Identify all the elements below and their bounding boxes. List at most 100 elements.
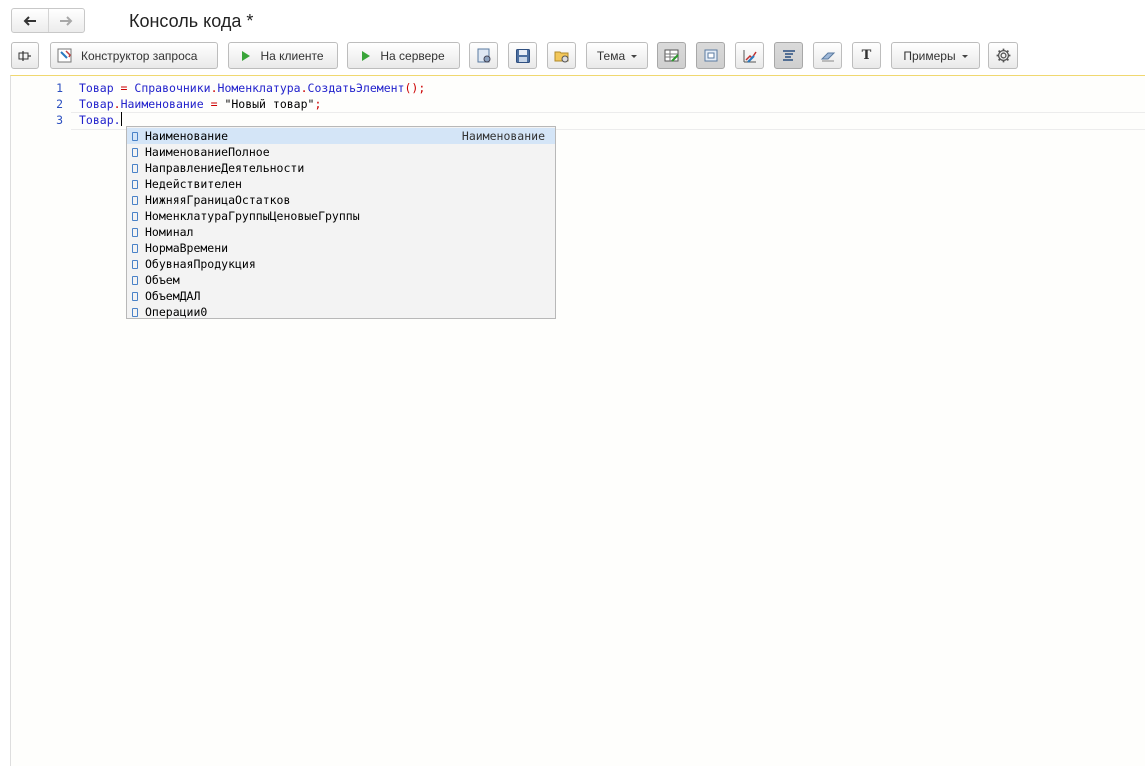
table-edit-icon [664,49,679,62]
code-token: Товар [79,81,114,95]
property-icon [132,211,138,221]
settings-button[interactable] [988,42,1018,69]
panel-toggle-button[interactable] [11,42,39,69]
chart-pencil-icon [743,49,757,63]
autocomplete-item[interactable]: НижняяГраницаОстатков [127,192,555,208]
autocomplete-item-label: Наименование [145,129,229,143]
line-number: 1 [56,81,63,95]
code-token: . [300,81,308,95]
run-client-label: На клиенте [260,48,324,63]
property-icon [132,243,138,253]
autocomplete-item[interactable]: НаименованиеПолное [127,144,555,160]
floppy-disk-icon [515,48,530,63]
forward-button[interactable] [47,9,85,32]
autocomplete-item-label: Номинал [145,225,194,239]
autocomplete-item[interactable]: НормаВремени [127,240,555,256]
code-line[interactable]: Товар = Справочники.Номенклатура.Создать… [79,80,425,96]
theme-dropdown[interactable]: Тема [586,42,648,69]
chart-edit-button[interactable] [735,42,764,69]
string-literal: "Новый товар" [224,97,315,111]
gear-icon [996,48,1010,63]
autocomplete-item-label: НижняяГраницаОстатков [145,193,291,207]
open-file-button[interactable] [469,42,498,69]
run-client-button[interactable]: На клиенте [228,42,338,69]
property-icon [132,307,138,317]
property-icon [132,163,138,173]
code-token: . [113,97,121,111]
code-line[interactable]: Товар. [79,112,122,128]
property-icon [132,259,138,269]
code-token: = [203,97,225,111]
line-number: 2 [56,97,63,111]
autocomplete-item[interactable]: Недействителен [127,176,555,192]
chevron-down-icon [961,55,968,58]
chevron-down-icon [631,55,638,58]
property-icon [132,195,138,205]
query-builder-label: Конструктор запроса [81,48,198,63]
eraser-icon [820,52,835,61]
panel-toggle-icon [18,50,31,61]
code-token: Справочники [134,81,211,95]
window-title: Консоль кода * [129,11,254,31]
property-icon [132,227,138,237]
examples-label: Примеры [903,48,956,63]
text-cursor [120,112,122,126]
code-token: . [210,81,218,95]
window-icon [704,49,717,61]
query-builder-button[interactable]: Конструктор запроса [50,42,218,69]
code-token: ; [314,97,322,111]
autocomplete-hint: Наименование [461,129,545,143]
autocomplete-item-label: Недействителен [145,177,242,191]
autocomplete-item[interactable]: ОбувнаяПродукция [127,256,555,272]
arrow-left-icon [23,15,36,26]
autocomplete-item[interactable]: НоменклатураГруппыЦеновыеГруппы [127,208,555,224]
autocomplete-item[interactable]: Операции0 [127,304,555,320]
play-icon [362,50,371,61]
frame-toggle-button[interactable] [696,42,725,69]
code-token: Товар [79,97,114,111]
arrow-right-icon [60,15,73,26]
autocomplete-item-label: НоменклатураГруппыЦеновыеГруппы [145,209,360,223]
align-left-icon [782,49,795,61]
history-nav [11,8,85,33]
autocomplete-item-label: НаименованиеПолное [145,145,270,159]
folder-gear-icon [554,51,568,62]
autocomplete-item[interactable]: Номинал [127,224,555,240]
code-token: . [113,113,121,127]
run-server-button[interactable]: На сервере [347,42,460,69]
autocomplete-item-label: ОбувнаяПродукция [145,257,256,271]
property-icon [132,291,138,301]
autocomplete-item-label: ОбъемДАЛ [145,289,201,303]
code-token: Номенклатура [217,81,301,95]
save-button[interactable] [508,42,537,69]
examples-dropdown[interactable]: Примеры [891,42,980,69]
property-icon [132,147,138,157]
back-button[interactable] [12,9,48,32]
property-icon [132,275,138,285]
text-mode-button[interactable]: T [852,42,881,69]
line-number: 3 [56,113,63,127]
align-toggle-button[interactable] [774,42,803,69]
code-token: (); [404,81,426,95]
code-token: Наименование [120,97,204,111]
property-icon [132,131,138,141]
autocomplete-item-label: Объем [145,273,180,287]
autocomplete-popup: Наименование Наименование НаименованиеПолн… [126,126,556,319]
document-gear-icon [477,48,490,62]
autocomplete-item[interactable]: Наименование Наименование [127,128,555,144]
autocomplete-item[interactable]: Объем [127,272,555,288]
autocomplete-item[interactable]: НаправлениеДеятельности [127,160,555,176]
autocomplete-item-label: НаправлениеДеятельности [145,161,305,175]
eraser-button[interactable] [813,42,842,69]
query-builder-icon [57,48,72,62]
code-token: Товар [79,113,114,127]
autocomplete-item-label: НормаВремени [145,241,229,255]
code-token: = [113,81,135,95]
autocomplete-item[interactable]: ОбъемДАЛ [127,288,555,304]
property-icon [132,179,138,189]
code-line[interactable]: Товар.Наименование = "Новый товар"; [79,96,321,112]
open-folder-button[interactable] [547,42,576,69]
run-server-label: На сервере [380,48,445,63]
highlight-toggle-button[interactable] [657,42,686,69]
play-icon [242,50,251,61]
